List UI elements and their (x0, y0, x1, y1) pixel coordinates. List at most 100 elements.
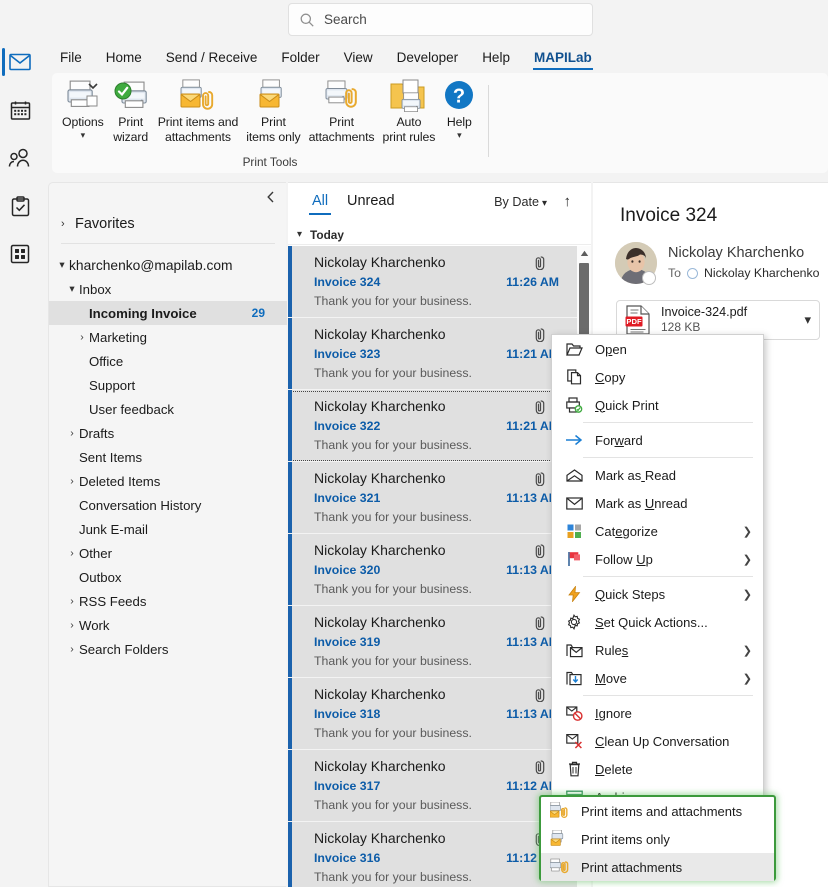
folder-item-other[interactable]: ›Other (49, 541, 287, 565)
ribbon-button-options[interactable]: Options▾ (58, 73, 108, 141)
attachment-size: 128 KB (661, 320, 747, 335)
rules-icon (564, 643, 584, 658)
ribbon-tab-developer[interactable]: Developer (397, 50, 459, 70)
scroll-up-icon[interactable] (577, 246, 591, 260)
ribbon-tab-help[interactable]: Help (482, 50, 510, 70)
ribbon-button-label: Print (261, 115, 286, 130)
message-list-item[interactable]: Nickolay Kharchenko Invoice 322 11:21 AM… (288, 390, 577, 462)
tasks-rail-icon[interactable] (0, 184, 40, 228)
ribbon-tab-view[interactable]: View (344, 50, 373, 70)
quick-steps-icon (564, 586, 584, 602)
message-list-item[interactable]: Nickolay Kharchenko Invoice 318 11:13 AM… (288, 678, 577, 750)
message-list-item[interactable]: Nickolay Kharchenko Invoice 319 11:13 AM… (288, 606, 577, 678)
search-input[interactable]: Search (288, 3, 593, 36)
folder-item-label: Inbox (79, 282, 111, 297)
ribbon-button-print-attachments[interactable]: Printattachments (305, 73, 379, 144)
folder-item-junk-e-mail[interactable]: Junk E-mail (49, 517, 287, 541)
tab-unread[interactable]: Unread (347, 193, 395, 209)
quick-print-icon (564, 397, 584, 413)
chevron-down-icon[interactable]: ▾ (81, 130, 86, 141)
to-label: To (668, 266, 681, 280)
ribbon-tab-send-receive[interactable]: Send / Receive (166, 50, 258, 70)
context-menu-item-quick-print[interactable]: Quick Print (552, 391, 763, 419)
folder-item-drafts[interactable]: ›Drafts (49, 421, 287, 445)
context-menu-item-copy[interactable]: Copy (552, 363, 763, 391)
context-menu-item-delete[interactable]: Delete (552, 755, 763, 783)
folder-item-incoming-invoice[interactable]: Incoming Invoice29 (49, 301, 287, 325)
folder-item-kharchenko-mapilab-com[interactable]: ▾kharchenko@mapilab.com (49, 253, 287, 277)
recipient-row: To Nickolay Kharchenko (668, 266, 820, 280)
context-menu-item-label: Print items and attachments (581, 804, 742, 819)
folder-item-search-folders[interactable]: ›Search Folders (49, 637, 287, 661)
context-menu-item-set-quick-actions[interactable]: Set Quick Actions... (552, 608, 763, 636)
folder-item-marketing[interactable]: ›Marketing (49, 325, 287, 349)
print-items-and-attachments-icon (178, 77, 218, 113)
folder-item-office[interactable]: Office (49, 349, 287, 373)
message-subject: Invoice 323 (314, 347, 380, 361)
tab-all[interactable]: All (312, 193, 328, 209)
folder-item-user-feedback[interactable]: User feedback (49, 397, 287, 421)
message-list-item[interactable]: Nickolay Kharchenko Invoice 324 11:26 AM… (288, 246, 577, 318)
sort-direction-icon[interactable]: ↑ (564, 193, 572, 210)
chevron-down-icon[interactable]: ▾ (457, 130, 462, 141)
folder-item-deleted-items[interactable]: ›Deleted Items (49, 469, 287, 493)
ribbon-tab-file[interactable]: File (60, 50, 82, 70)
message-subject: Invoice 324 (620, 205, 717, 227)
follow-up-flag-icon (564, 551, 584, 567)
message-list-item[interactable]: Nickolay Kharchenko Invoice 321 11:13 AM… (288, 462, 577, 534)
context-menu-item-label: Print items only (581, 832, 670, 847)
message-sender: Nickolay Kharchenko (314, 398, 446, 414)
message-sender: Nickolay Kharchenko (314, 758, 446, 774)
ribbon-tab-folder[interactable]: Folder (281, 50, 319, 70)
sort-dropdown[interactable]: By Date▾ (494, 195, 547, 209)
ribbon-button-print-items-and-attachments[interactable]: Print items andattachments (154, 73, 243, 144)
context-menu-item-ignore[interactable]: Ignore (552, 699, 763, 727)
ribbon-button-auto-print-rules[interactable]: Autoprint rules (378, 73, 439, 144)
context-menu-item-quick-steps[interactable]: Quick Steps❯ (552, 580, 763, 608)
calendar-rail-icon[interactable] (0, 88, 40, 132)
message-sender: Nickolay Kharchenko (314, 254, 446, 270)
context-menu-item-clean-up-conversation[interactable]: Clean Up Conversation (552, 727, 763, 755)
ribbon-button-help[interactable]: ?Help▾ (439, 73, 479, 141)
message-list-item[interactable]: Nickolay Kharchenko Invoice 316 11:12 AM… (288, 822, 577, 887)
favorites-node[interactable]: › Favorites (49, 209, 287, 239)
context-menu-item-label: Quick Print (595, 398, 659, 413)
folder-item-work[interactable]: ›Work (49, 613, 287, 637)
paperclip-icon (533, 542, 547, 558)
message-group-header[interactable]: ▾ Today (288, 225, 591, 245)
message-list-item[interactable]: Nickolay Kharchenko Invoice 323 11:21 AM… (288, 318, 577, 390)
folder-item-conversation-history[interactable]: Conversation History (49, 493, 287, 517)
context-menu-item-categorize[interactable]: Categorize❯ (552, 517, 763, 545)
message-preview: Thank you for your business. (314, 294, 472, 308)
chevron-down-icon[interactable]: ▾ (804, 312, 811, 328)
chevron-right-icon: › (65, 547, 79, 559)
ribbon-button-print-items-only[interactable]: Printitems only (242, 73, 304, 144)
folder-item-label: Marketing (89, 330, 147, 345)
folder-item-support[interactable]: Support (49, 373, 287, 397)
context-menu-item-mark-as-read[interactable]: Mark as Read (552, 461, 763, 489)
context-menu-item-follow-up[interactable]: Follow Up❯ (552, 545, 763, 573)
context-menu-item-move[interactable]: Move❯ (552, 664, 763, 692)
context-menu-item-print-attachments[interactable]: Print attachments (541, 853, 774, 881)
folder-item-outbox[interactable]: Outbox (49, 565, 287, 589)
people-rail-icon[interactable] (0, 136, 40, 180)
context-menu-item-print-items-and-attachments[interactable]: Print items and attachments (541, 797, 774, 825)
message-list-item[interactable]: Nickolay Kharchenko Invoice 317 11:12 AM… (288, 750, 577, 822)
folder-item-label: Deleted Items (79, 474, 160, 489)
ribbon-tab-mapilab[interactable]: MAPILab (534, 50, 592, 70)
folder-item-rss-feeds[interactable]: ›RSS Feeds (49, 589, 287, 613)
context-menu-item-print-items-only[interactable]: Print items only (541, 825, 774, 853)
ribbon-tab-home[interactable]: Home (106, 50, 142, 70)
collapse-pane-icon[interactable] (262, 189, 278, 205)
context-menu-item-mark-as-unread[interactable]: Mark as Unread (552, 489, 763, 517)
message-list-item[interactable]: Nickolay Kharchenko Invoice 320 11:13 AM… (288, 534, 577, 606)
context-menu-item-open[interactable]: Open (552, 335, 763, 363)
mail-rail-icon[interactable] (0, 40, 40, 84)
context-menu-item-forward[interactable]: Forward (552, 426, 763, 454)
folder-item-inbox[interactable]: ▾Inbox (49, 277, 287, 301)
folder-item-sent-items[interactable]: Sent Items (49, 445, 287, 469)
ribbon-button-print-wizard[interactable]: Printwizard (108, 73, 154, 144)
more-apps-rail-icon[interactable] (0, 232, 40, 276)
sender-name: Nickolay Kharchenko (668, 245, 804, 261)
context-menu-item-rules[interactable]: Rules❯ (552, 636, 763, 664)
